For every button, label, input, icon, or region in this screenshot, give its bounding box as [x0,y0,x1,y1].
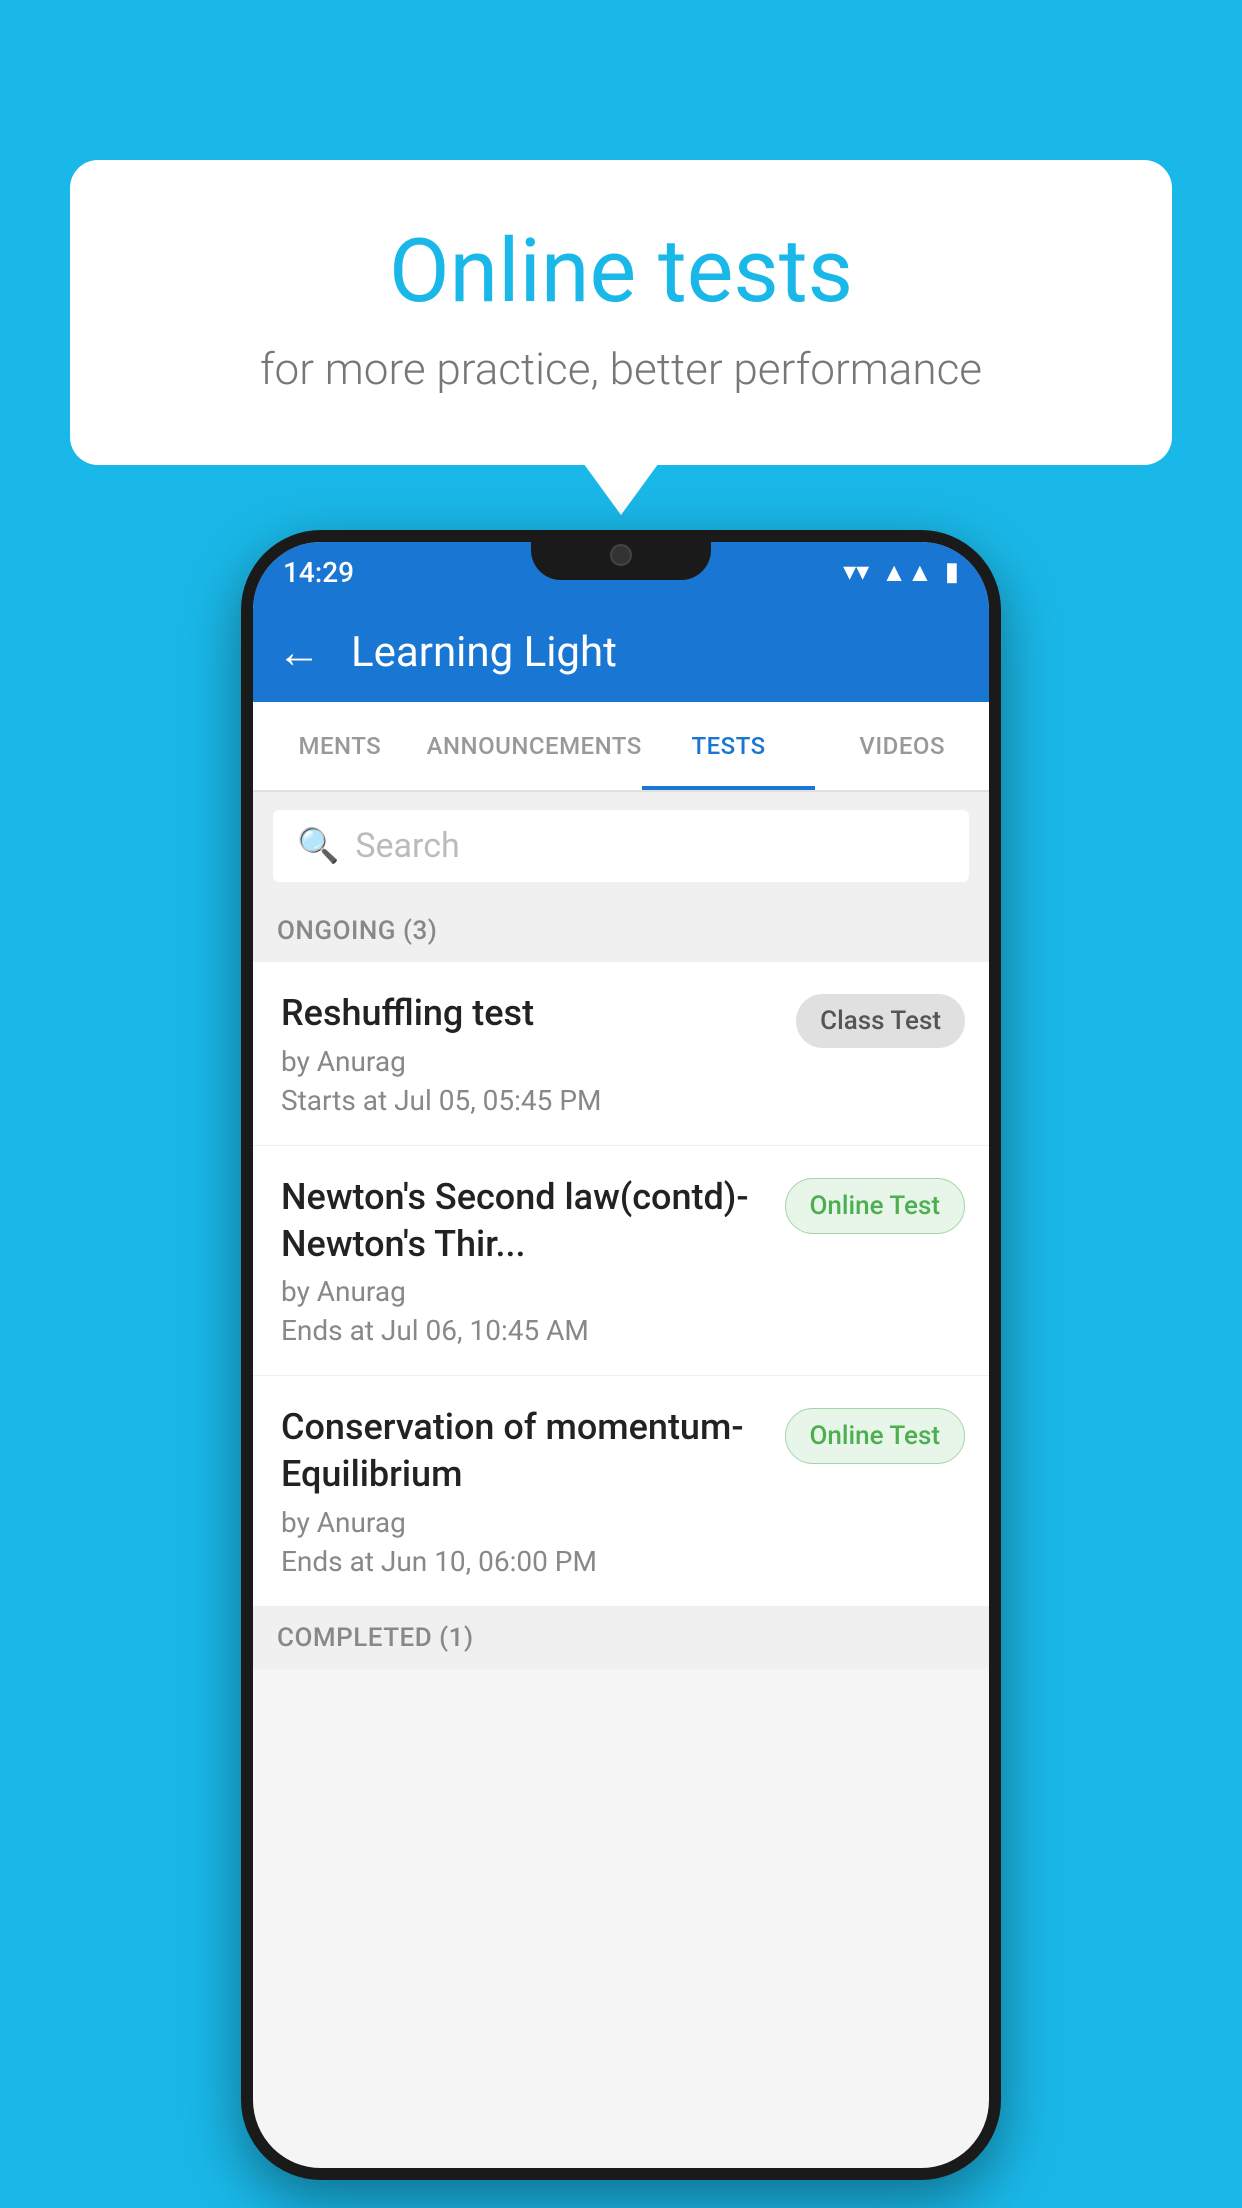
test-badge-1: Class Test [796,994,965,1048]
status-time: 14:29 [283,556,354,589]
test-info-2: Newton's Second law(contd)-Newton's Thir… [281,1174,765,1348]
tabs-bar: MENTS ANNOUNCEMENTS TESTS VIDEOS [253,702,989,792]
back-button[interactable]: ← [277,626,321,678]
test-info-1: Reshuffling test by Anurag Starts at Jul… [281,990,776,1117]
test-badge-3: Online Test [785,1408,966,1464]
tab-videos[interactable]: VIDEOS [815,702,989,790]
app-bar: ← Learning Light [253,602,989,702]
test-title-2: Newton's Second law(contd)-Newton's Thir… [281,1174,765,1268]
phone-frame: 14:29 ▾▾ ▲▲ ▮ ← Learning Light MENTS ANN… [241,530,1001,2180]
completed-section-header: COMPLETED (1) [253,1607,989,1669]
front-camera [610,544,632,566]
promo-section: Online tests for more practice, better p… [70,160,1172,465]
test-item-1[interactable]: Reshuffling test by Anurag Starts at Jul… [253,962,989,1146]
search-icon: 🔍 [297,826,339,866]
test-date-2: Ends at Jul 06, 10:45 AM [281,1314,765,1347]
test-badge-2: Online Test [785,1178,966,1234]
search-placeholder: Search [355,826,459,866]
test-date-1: Starts at Jul 05, 05:45 PM [281,1084,776,1117]
app-title: Learning Light [351,628,617,677]
bubble-title: Online tests [150,220,1092,323]
phone-screen: 14:29 ▾▾ ▲▲ ▮ ← Learning Light MENTS ANN… [253,542,989,2168]
test-date-3: Ends at Jun 10, 06:00 PM [281,1545,765,1578]
wifi-icon: ▾▾ [843,557,869,587]
ongoing-section-header: ONGOING (3) [253,900,989,962]
test-title-3: Conservation of momentum-Equilibrium [281,1404,765,1498]
signal-icon: ▲▲ [881,557,932,588]
test-item-2[interactable]: Newton's Second law(contd)-Newton's Thir… [253,1146,989,1377]
tab-tests[interactable]: TESTS [642,702,816,790]
bubble-subtitle: for more practice, better performance [150,343,1092,395]
tab-announcements[interactable]: ANNOUNCEMENTS [427,702,642,790]
test-info-3: Conservation of momentum-Equilibrium by … [281,1404,765,1578]
test-author-3: by Anurag [281,1506,765,1539]
test-author-2: by Anurag [281,1275,765,1308]
test-author-1: by Anurag [281,1045,776,1078]
status-icons: ▾▾ ▲▲ ▮ [843,557,959,588]
search-container: 🔍 Search [253,792,989,900]
test-list: Reshuffling test by Anurag Starts at Jul… [253,962,989,1607]
search-input[interactable]: 🔍 Search [273,810,969,882]
tab-ments[interactable]: MENTS [253,702,427,790]
phone-notch [531,530,711,580]
test-item-3[interactable]: Conservation of momentum-Equilibrium by … [253,1376,989,1607]
battery-icon: ▮ [945,557,959,587]
speech-bubble: Online tests for more practice, better p… [70,160,1172,465]
test-title-1: Reshuffling test [281,990,776,1037]
